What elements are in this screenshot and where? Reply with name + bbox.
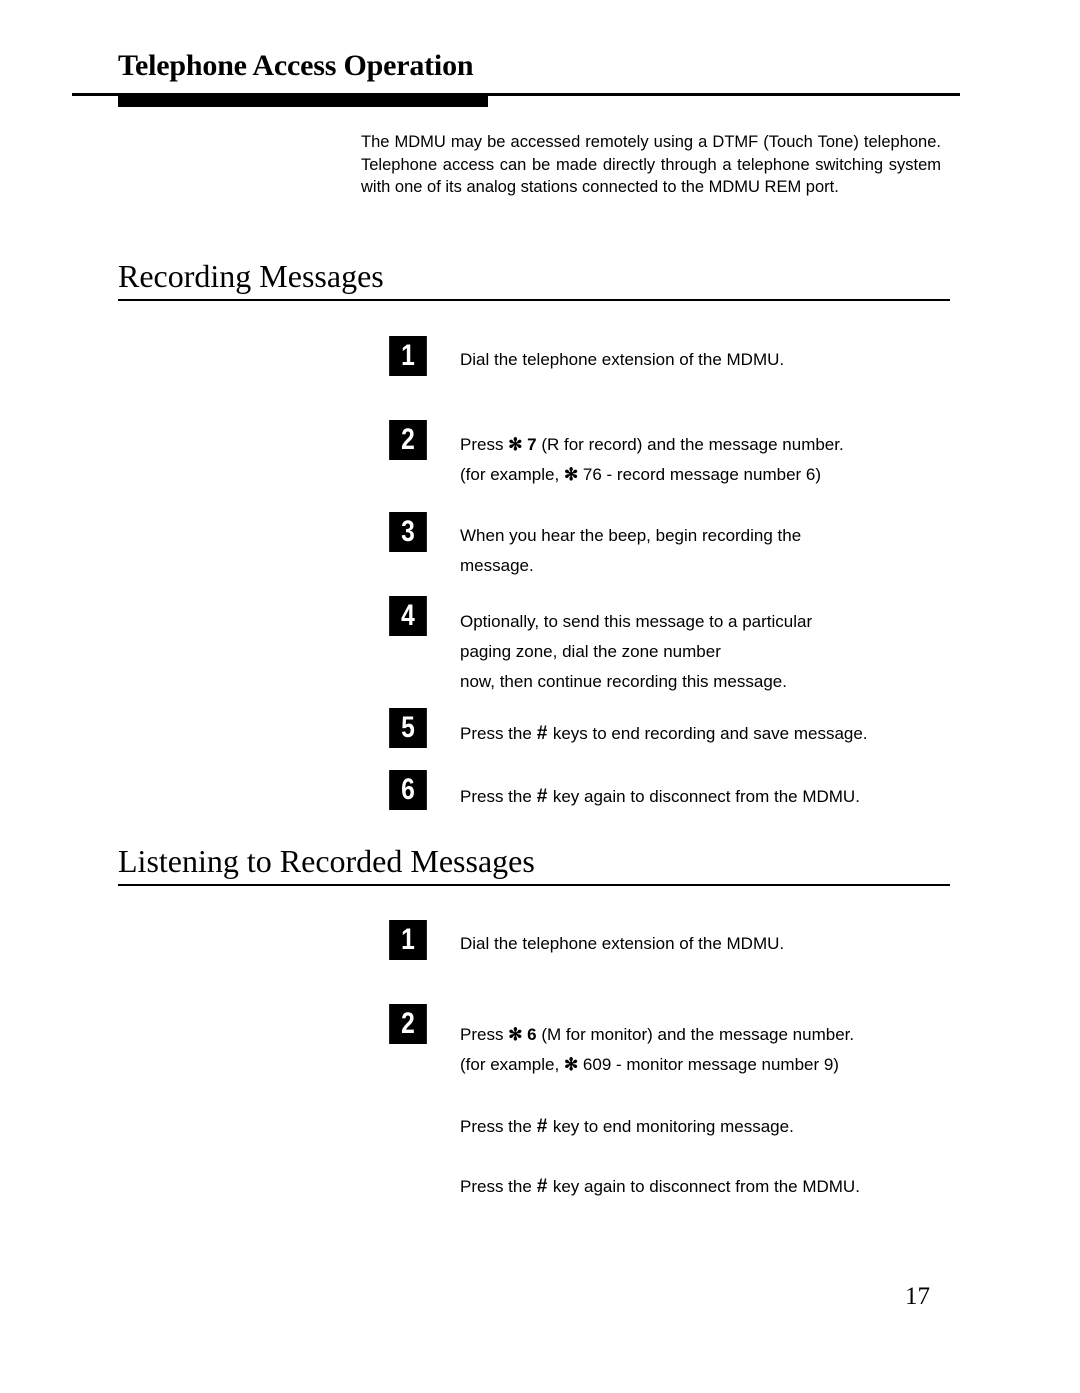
step-text-line: Dial the telephone extension of the MDMU… xyxy=(460,345,960,375)
text-run: key again to disconnect from the MDMU. xyxy=(548,1177,860,1196)
asterisk-key-icon: ✻ xyxy=(508,435,523,454)
step-text-line: When you hear the beep, begin recording … xyxy=(460,521,960,551)
asterisk-key-icon: ✻ xyxy=(563,1055,579,1074)
pound-key-icon: # xyxy=(536,1176,548,1197)
text-run: (R for record) and the message number. xyxy=(536,435,844,454)
section-heading-rule xyxy=(118,299,950,301)
text-run: Dial the telephone extension of the MDMU… xyxy=(460,934,785,953)
text-run: Press the xyxy=(460,1177,537,1196)
step-number-badge: 4 xyxy=(389,596,427,636)
step-text-line: now, then continue recording this messag… xyxy=(460,667,960,697)
text-run: Press the xyxy=(460,724,537,743)
step-text-line: message. xyxy=(460,551,960,581)
step-text: Press the # keys to end recording and sa… xyxy=(460,719,960,749)
asterisk-key-icon: ✻ xyxy=(563,465,579,484)
asterisk-key-icon: ✻ xyxy=(508,1025,523,1044)
step-number-badge: 3 xyxy=(389,512,427,552)
text-run: Press the xyxy=(460,787,537,806)
step-text: Dial the telephone extension of the MDMU… xyxy=(460,345,960,375)
step-number-badge: 5 xyxy=(389,708,427,748)
step-text: Press the # key to end monitoring messag… xyxy=(460,1112,960,1142)
page-number: 17 xyxy=(905,1283,930,1310)
step-text-line: (for example, ✻ 76 - record message numb… xyxy=(460,460,960,490)
title-rule-thick xyxy=(118,96,488,107)
page-title: Telephone Access Operation xyxy=(118,49,474,82)
section-heading: Listening to Recorded Messages xyxy=(118,843,535,879)
step-text-line: Optionally, to send this message to a pa… xyxy=(460,607,960,637)
text-run: key to end monitoring message. xyxy=(548,1117,794,1136)
step-text-line: (for example, ✻ 609 - monitor message nu… xyxy=(460,1050,960,1080)
step-text-line: Press the # key again to disconnect from… xyxy=(460,782,960,812)
step-text-line: Press ✻ 7 (R for record) and the message… xyxy=(460,430,960,460)
text-run: message. xyxy=(460,556,534,575)
text-run: keys to end recording and save message. xyxy=(548,724,868,743)
intro-paragraph: The MDMU may be accessed remotely using … xyxy=(361,133,941,196)
step-text: When you hear the beep, begin recording … xyxy=(460,521,960,581)
text-run: paging zone, dial the zone number xyxy=(460,642,721,661)
text-run: Optionally, to send this message to a pa… xyxy=(460,612,813,631)
step-text-line: Dial the telephone extension of the MDMU… xyxy=(460,929,960,959)
section-heading: Recording Messages xyxy=(118,258,384,294)
pound-key-icon: # xyxy=(536,786,548,807)
step-number-badge: 2 xyxy=(389,1004,427,1044)
text-run: Press the xyxy=(460,1117,537,1136)
text-run: Press xyxy=(460,1025,509,1044)
pound-key-icon: # xyxy=(536,1116,548,1137)
text-run: When you hear the beep, begin recording … xyxy=(460,526,802,545)
key-number: 7 xyxy=(522,435,537,454)
text-run: (M for monitor) and the message number. xyxy=(536,1025,855,1044)
step-text-line: Press the # keys to end recording and sa… xyxy=(460,719,960,749)
step-text-line: Press the # key to end monitoring messag… xyxy=(460,1112,960,1142)
text-run: (for example, xyxy=(460,465,564,484)
text-run: 76 - record message number 6) xyxy=(578,465,822,484)
step-number-badge: 2 xyxy=(389,420,427,460)
text-run: Press xyxy=(460,435,509,454)
text-run: (for example, xyxy=(460,1055,564,1074)
step-number-badge: 1 xyxy=(389,336,427,376)
step-number-badge: 6 xyxy=(389,770,427,810)
step-text: Press the # key again to disconnect from… xyxy=(460,782,960,812)
step-text-line: Press ✻ 6 (M for monitor) and the messag… xyxy=(460,1020,960,1050)
step-text-line: Press the # key again to disconnect from… xyxy=(460,1172,960,1202)
text-run: now, then continue recording this messag… xyxy=(460,672,787,691)
text-run: 609 - monitor message number 9) xyxy=(578,1055,839,1074)
step-text: Optionally, to send this message to a pa… xyxy=(460,607,960,697)
step-text-line: paging zone, dial the zone number xyxy=(460,637,960,667)
step-text: Press ✻ 6 (M for monitor) and the messag… xyxy=(460,1020,960,1080)
text-run: key again to disconnect from the MDMU. xyxy=(548,787,860,806)
step-text: Press the # key again to disconnect from… xyxy=(460,1172,960,1202)
text-run: Dial the telephone extension of the MDMU… xyxy=(460,350,785,369)
key-number: 6 xyxy=(522,1025,537,1044)
step-number-badge: 1 xyxy=(389,920,427,960)
step-text: Dial the telephone extension of the MDMU… xyxy=(460,929,960,959)
section-heading-rule xyxy=(118,884,950,886)
step-text: Press ✻ 7 (R for record) and the message… xyxy=(460,430,960,490)
pound-key-icon: # xyxy=(536,723,548,744)
